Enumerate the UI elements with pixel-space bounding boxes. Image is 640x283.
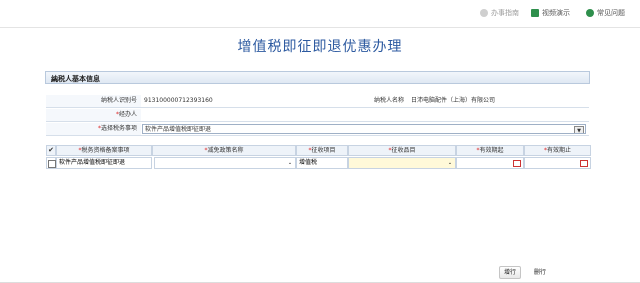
start-date-field[interactable] [456, 157, 524, 169]
top-bar: 办事指南 视频演示 常见问题 [0, 0, 640, 28]
faq-link[interactable]: 常见问题 [586, 8, 625, 18]
video-link[interactable]: 视频演示 [531, 8, 570, 18]
agent-field[interactable] [141, 109, 589, 121]
video-label: 视频演示 [542, 9, 570, 17]
guide-link[interactable]: 办事指南 [480, 8, 519, 18]
guide-icon [480, 9, 488, 17]
video-icon [531, 9, 539, 17]
collapse-icon[interactable]: ︽ [51, 74, 583, 84]
matter-label: *选择税务事项 [46, 123, 141, 135]
header-item: *税务资格备案事项 [56, 145, 152, 156]
faq-label: 常见问题 [597, 9, 625, 17]
taxpayer-name-label: 纳税人名称 [318, 95, 408, 107]
header-levy-subitem: *征收品目 [348, 145, 456, 156]
taxpayer-name-value: 日沛电脑配件（上海）有限公司 [411, 97, 496, 104]
row-levy-item: 增值税 [296, 157, 348, 169]
taxpayer-row: 纳税人识别号 913100000712393160 纳税人名称 日沛电脑配件（上… [46, 95, 589, 108]
divider [0, 27, 640, 28]
header-start: *有效期起 [456, 145, 524, 156]
header-policy: *减免政策名称 [152, 145, 296, 156]
matter-row: *选择税务事项 软件产品增值税即征即退 ▼ [46, 123, 589, 136]
panel-header: 纳税人基本信息 ︽ [45, 71, 590, 84]
row-checkbox[interactable] [46, 157, 56, 169]
select-all-checkbox[interactable]: ✔ [46, 145, 56, 156]
chevron-down-icon: ⌄ [447, 160, 453, 166]
taxpayer-id-label: 纳税人识别号 [46, 95, 141, 107]
header-levy-item: *征收项目 [296, 145, 348, 156]
chevron-down-icon: ▼ [574, 126, 584, 133]
matter-value: 软件产品增值税即征即退 [145, 126, 212, 133]
faq-icon [586, 9, 594, 17]
add-row-button[interactable]: 增行 [499, 266, 521, 279]
agent-row: *经办人 [46, 109, 589, 122]
guide-label: 办事指南 [491, 9, 519, 17]
levy-subitem-select[interactable]: ⌄ [348, 157, 456, 169]
calendar-icon[interactable] [580, 160, 588, 167]
delete-row-button[interactable]: 删行 [529, 266, 551, 279]
chevron-down-icon: ⌄ [287, 160, 293, 166]
policy-select[interactable]: ⌄ [154, 157, 296, 169]
page-title: 增值税即征即退优惠办理 [237, 39, 403, 55]
calendar-icon[interactable] [513, 160, 521, 167]
header-end: *有效期止 [524, 145, 591, 156]
matter-select[interactable]: 软件产品增值税即征即退 ▼ [142, 124, 586, 134]
end-date-field[interactable] [524, 157, 591, 169]
agent-label: *经办人 [46, 109, 141, 121]
row-item: 软件产品增值税即征即退 [56, 157, 152, 169]
